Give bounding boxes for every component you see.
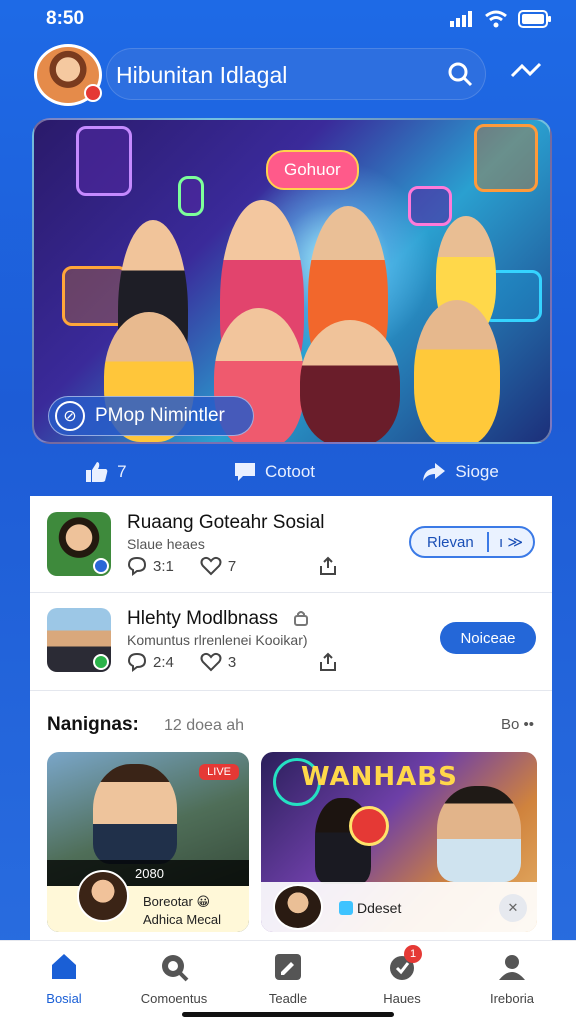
search-icon[interactable] <box>446 60 474 88</box>
like-count: 7 <box>227 557 237 575</box>
thumbs-up-icon <box>86 462 108 482</box>
tab-haues[interactable]: 1 Haues <box>352 945 452 1006</box>
home-indicator <box>182 1012 394 1017</box>
tab-label: Comoentus <box>140 991 208 1006</box>
hero-person <box>414 300 500 442</box>
like-stat[interactable]: 3 <box>200 652 236 672</box>
card-avatar[interactable] <box>273 884 323 930</box>
comment-icon <box>127 652 147 672</box>
like-count: 7 <box>117 462 127 481</box>
section-title: Nanignas: <box>47 714 139 735</box>
tab-label: Teadle <box>268 991 308 1006</box>
chip-icon <box>339 901 353 915</box>
like-count: 3 <box>227 653 237 671</box>
verified-badge <box>93 654 109 670</box>
lock-icon <box>294 611 308 626</box>
card-person <box>93 764 177 864</box>
comment-icon <box>127 556 147 576</box>
hero-neon-tile <box>178 176 204 216</box>
status-time: 8:50 <box>46 8 85 29</box>
battery-icon <box>518 10 551 28</box>
tab-teadle[interactable]: Teadle <box>238 951 338 1006</box>
comment-stat[interactable]: 3:1 <box>127 556 174 576</box>
live-badge: LIVE <box>199 764 239 780</box>
list-item[interactable]: Ruaang Goteahr Sosial Slaue heaes 3:1 7 … <box>30 496 552 592</box>
avatar-status-dot <box>84 84 102 102</box>
section-subtitle: 12 doea ah <box>164 717 245 734</box>
signal-icon <box>450 11 472 27</box>
tab-profile[interactable]: Ireboria <box>462 951 562 1006</box>
trend-icon[interactable] <box>510 58 542 82</box>
card-person <box>437 786 521 882</box>
verified-badge <box>93 558 109 574</box>
like-stat[interactable]: 7 <box>200 556 236 576</box>
follow-button-label: Rlevan <box>427 533 474 551</box>
divider <box>30 690 552 691</box>
share-icon[interactable] <box>318 652 338 672</box>
notice-button[interactable]: Noiceae <box>440 622 536 654</box>
hero-badge-label: PMop Nimintler <box>95 405 225 426</box>
tab-social[interactable]: Bosial <box>14 951 114 1006</box>
like-button[interactable]: 7 <box>85 461 127 483</box>
user-icon <box>499 955 525 980</box>
card-title: Boreotar 😀 <box>143 894 211 909</box>
card-avatar[interactable] <box>77 870 129 922</box>
share-button[interactable]: Sioge <box>421 461 499 483</box>
comment-icon <box>234 463 255 481</box>
card-chip-label: Ddeset <box>357 900 402 916</box>
tab-label: Haues <box>383 991 421 1006</box>
status-bar: 8:50 <box>0 0 576 40</box>
hero-banner[interactable]: Gohuor ⊘ PMop Nimintler <box>32 118 552 444</box>
chat-search-icon <box>162 955 189 982</box>
comment-count: 3:1 <box>153 557 174 575</box>
tab-label: Bosial <box>46 991 82 1006</box>
play-badge-icon[interactable] <box>349 806 389 846</box>
wifi-icon <box>485 10 507 28</box>
follow-button[interactable]: Rlevan ı ≫ <box>409 526 535 558</box>
post-subtitle: Slaue heaes <box>127 536 205 552</box>
post-subtitle: Komuntus rlrenlenei Kooikar) <box>127 632 308 648</box>
media-card[interactable]: WANHABS Ddeset ✕ <box>261 752 537 932</box>
home-icon <box>52 954 76 979</box>
comment-label: Cotoot <box>264 462 316 481</box>
notification-badge: 1 <box>404 945 422 963</box>
heart-icon <box>200 556 222 576</box>
card-subtitle: Adhica Mecal <box>143 912 222 927</box>
tab-comments[interactable]: Comoentus <box>124 951 224 1006</box>
content-panel: Ruaang Goteahr Sosial Slaue heaes 3:1 7 … <box>30 496 552 956</box>
card-viewer-bar: 2080 <box>47 860 249 886</box>
hero-badge[interactable]: ⊘ PMop Nimintler <box>48 396 254 436</box>
title-bar[interactable]: Hibunitan Idlagal <box>106 48 486 100</box>
hero-pill: Gohuor <box>266 150 359 190</box>
edit-board-icon <box>275 954 301 980</box>
share-label: Sioge <box>455 462 499 481</box>
hero-person <box>300 320 400 442</box>
expand-icon[interactable]: ı ≫ <box>489 533 523 551</box>
card-chip[interactable]: Ddeset <box>339 900 401 916</box>
post-title: Hlehty Modlbnass <box>127 608 279 629</box>
media-card[interactable]: LIVE 2080 Boreotar 😀 Adhica Mecal <box>47 752 249 932</box>
app-header: Hibunitan Idlagal <box>34 44 542 106</box>
hero-neon-tile <box>408 186 452 226</box>
page-title: Hibunitan Idlagal <box>116 62 288 88</box>
heart-icon <box>200 652 222 672</box>
comment-count: 2:4 <box>153 653 174 671</box>
post-title: Ruaang Goteahr Sosial <box>127 512 325 533</box>
share-arrow-icon <box>423 463 446 481</box>
see-more-link[interactable]: Bo •• <box>501 716 534 733</box>
post-actions: 7 Cotoot Sioge <box>32 446 552 498</box>
share-icon[interactable] <box>318 556 338 576</box>
comment-stat[interactable]: 2:4 <box>127 652 174 672</box>
card-brand: WANHABS <box>301 762 458 792</box>
comment-button[interactable]: Cotoot <box>233 461 315 483</box>
list-item[interactable]: Hlehty Modlbnass Komuntus rlrenlenei Koo… <box>30 592 552 688</box>
hero-neon-tile <box>474 124 538 192</box>
close-icon[interactable]: ✕ <box>499 894 527 922</box>
tab-label: Ireboria <box>489 991 535 1006</box>
compass-icon: ⊘ <box>55 401 85 431</box>
hero-neon-tile <box>76 126 132 196</box>
